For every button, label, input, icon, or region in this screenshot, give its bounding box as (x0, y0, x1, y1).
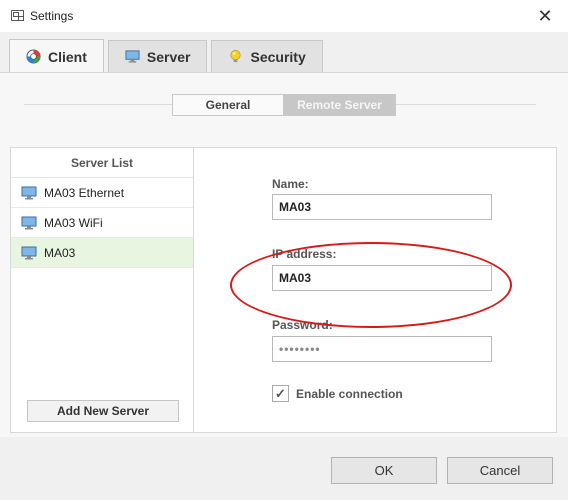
lightbulb-icon (230, 50, 242, 63)
tab-client[interactable]: Client (9, 39, 104, 73)
enable-connection-checkbox[interactable]: ✓ (272, 385, 289, 402)
tab-security-label: Security (250, 48, 306, 65)
subtab-divider-left (24, 104, 172, 105)
subtab-general[interactable]: General (172, 94, 284, 116)
check-icon: ✓ (275, 385, 286, 401)
server-item-label: MA03 WiFi (44, 215, 103, 230)
monitor-icon (21, 186, 37, 199)
name-field[interactable] (272, 194, 492, 220)
window-title: Settings (30, 9, 74, 23)
dialog-content: Client Server Security General Remote Se… (0, 32, 568, 500)
tab-security[interactable]: Security (211, 40, 323, 72)
server-list: Server List MA03 Ethernet MA03 WiFi MA03… (11, 148, 194, 432)
server-list-item-selected[interactable]: MA03 (11, 238, 193, 268)
client-tab-panel: General Remote Server Server List MA03 E… (0, 72, 568, 437)
title-bar: Settings ✕ (0, 0, 568, 32)
remote-server-panel: Server List MA03 Ethernet MA03 WiFi MA03… (10, 147, 557, 433)
ok-button[interactable]: OK (331, 457, 437, 484)
server-list-item[interactable]: MA03 Ethernet (11, 178, 193, 208)
subtabs: General Remote Server (172, 94, 396, 116)
server-item-label: MA03 Ethernet (44, 185, 125, 200)
monitor-icon (21, 216, 37, 229)
subtab-divider-right (396, 104, 536, 105)
name-label: Name: (272, 177, 309, 191)
server-list-item[interactable]: MA03 WiFi (11, 208, 193, 238)
settings-app-icon (11, 10, 24, 21)
monitor-icon (21, 246, 37, 259)
password-field[interactable]: •••••••• (272, 336, 492, 362)
main-tabs: Client Server Security (9, 39, 327, 73)
ip-address-field[interactable] (272, 265, 492, 291)
tab-client-label: Client (48, 48, 87, 65)
ip-address-label: IP address: (272, 247, 337, 261)
close-button[interactable]: ✕ (522, 0, 568, 32)
monitor-icon (125, 50, 140, 63)
close-icon: ✕ (537, 5, 553, 26)
enable-connection-label: Enable connection (296, 386, 403, 401)
enable-connection-row[interactable]: ✓ Enable connection (272, 385, 403, 402)
dialog-footer: OK Cancel (0, 438, 568, 500)
tab-server[interactable]: Server (107, 40, 208, 72)
server-item-label: MA03 (44, 245, 76, 260)
tab-server-label: Server (146, 48, 191, 65)
password-label: Password: (272, 318, 333, 332)
subtab-remote-server[interactable]: Remote Server (284, 94, 396, 116)
cancel-button[interactable]: Cancel (447, 457, 553, 484)
add-new-server-button[interactable]: Add New Server (27, 400, 179, 422)
server-list-title: Server List (11, 148, 193, 178)
client-icon (26, 49, 41, 64)
